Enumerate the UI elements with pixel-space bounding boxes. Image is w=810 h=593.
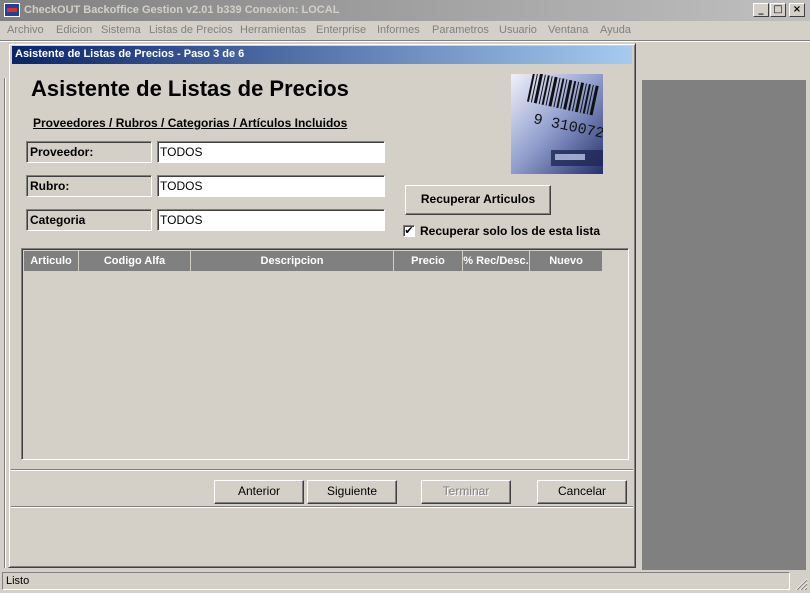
maximize-button[interactable]: □ bbox=[770, 3, 786, 17]
column-header-rec-desc[interactable]: % Rec/Desc. bbox=[463, 251, 530, 271]
size-grip-icon[interactable] bbox=[794, 577, 808, 591]
window-title: CheckOUT Backoffice Gestion v2.01 b339 C… bbox=[24, 4, 340, 16]
cancelar-button[interactable]: Cancelar bbox=[537, 480, 627, 504]
menu-sistema[interactable]: Sistema bbox=[101, 24, 141, 36]
close-button[interactable]: × bbox=[789, 3, 805, 17]
menu-ayuda[interactable]: Ayuda bbox=[600, 24, 631, 36]
menu-parametros[interactable]: Parametros bbox=[432, 24, 489, 36]
app-icon[interactable] bbox=[4, 3, 20, 17]
column-header-codigo-alfa[interactable]: Codigo Alfa bbox=[79, 251, 191, 271]
menu-usuario[interactable]: Usuario bbox=[499, 24, 537, 36]
status-text: Listo bbox=[6, 575, 30, 587]
recuperar-solo-lista-checkbox[interactable]: ✔ bbox=[403, 225, 415, 237]
recuperar-solo-lista-label[interactable]: Recuperar solo los de esta lista bbox=[420, 224, 600, 238]
anterior-button[interactable]: Anterior bbox=[214, 480, 304, 504]
wizard-dialog: Asistente de Listas de Precios - Paso 3 … bbox=[8, 43, 636, 568]
column-header-nuevo[interactable]: Nuevo bbox=[530, 251, 603, 271]
menu-archivo[interactable]: Archivo bbox=[7, 24, 44, 36]
section-subtitle: Proveedores / Rubros / Categorias / Artí… bbox=[33, 116, 348, 130]
menu-edicion[interactable]: Edicion bbox=[56, 24, 92, 36]
terminar-button: Terminar bbox=[421, 480, 511, 504]
siguiente-button-label: Siguiente bbox=[326, 484, 378, 498]
dialog-title: Asistente de Listas de Precios - Paso 3 … bbox=[15, 48, 245, 60]
status-bar: Listo bbox=[2, 572, 790, 590]
dialog-separator bbox=[11, 469, 633, 471]
menu-ventana[interactable]: Ventana bbox=[548, 24, 588, 36]
cancelar-button-label: Cancelar bbox=[557, 484, 607, 498]
menu-herramientas[interactable]: Herramientas bbox=[240, 24, 306, 36]
barcode-graphic: 9 310072 bbox=[511, 74, 603, 174]
menu-bar: Archivo Edicion Sistema Listas de Precio… bbox=[0, 21, 810, 40]
dialog-bottom-separator bbox=[11, 506, 633, 508]
mdi-frame-edge bbox=[4, 78, 6, 568]
categoria-field[interactable]: TODOS bbox=[157, 209, 385, 231]
menu-separator bbox=[0, 40, 810, 42]
column-header-articulo[interactable]: Articulo bbox=[24, 251, 79, 271]
menu-informes[interactable]: Informes bbox=[377, 24, 420, 36]
terminar-button-label: Terminar bbox=[442, 484, 490, 498]
column-header-descripcion[interactable]: Descripcion bbox=[191, 251, 394, 271]
anterior-button-label: Anterior bbox=[237, 484, 281, 498]
mdi-client-area bbox=[642, 80, 806, 570]
menu-listas-de-precios[interactable]: Listas de Precios bbox=[149, 24, 233, 36]
wizard-heading: Asistente de Listas de Precios bbox=[31, 76, 349, 101]
proveedor-label: Proveedor: bbox=[26, 141, 152, 163]
dialog-title-bar[interactable]: Asistente de Listas de Precios - Paso 3 … bbox=[12, 46, 632, 64]
menu-enterprise[interactable]: Enterprise bbox=[316, 24, 366, 36]
minimize-button[interactable]: _ bbox=[753, 3, 769, 17]
articles-grid[interactable]: Articulo Codigo Alfa Descripcion Precio … bbox=[21, 248, 629, 460]
categoria-label: Categoria bbox=[26, 209, 152, 231]
proveedor-field[interactable]: TODOS bbox=[157, 141, 385, 163]
column-header-precio[interactable]: Precio bbox=[394, 251, 463, 271]
barcode-image: 9 310072 bbox=[511, 74, 603, 174]
main-title-bar[interactable]: CheckOUT Backoffice Gestion v2.01 b339 C… bbox=[0, 0, 810, 21]
rubro-label: Rubro: bbox=[26, 175, 152, 197]
rubro-field[interactable]: TODOS bbox=[157, 175, 385, 197]
recuperar-articulos-button[interactable]: Recuperar Articulos bbox=[405, 185, 551, 215]
siguiente-button[interactable]: Siguiente bbox=[307, 480, 397, 504]
